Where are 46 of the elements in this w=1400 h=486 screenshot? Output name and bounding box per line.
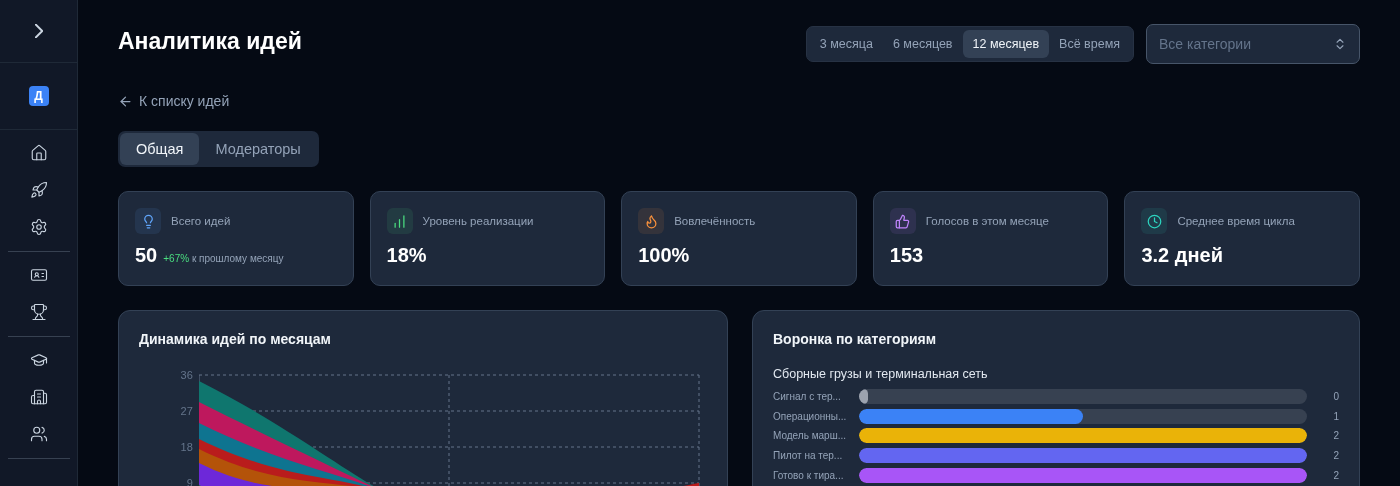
page-title: Аналитика идей	[118, 28, 302, 55]
id-card-icon[interactable]	[29, 266, 48, 284]
stage-label: Операционны...	[773, 410, 848, 422]
gear-icon[interactable]	[29, 218, 48, 236]
stat-value: 18%	[386, 244, 427, 267]
graduation-cap-icon[interactable]	[29, 351, 48, 369]
stat-value: 100%	[638, 244, 690, 267]
rocket-icon[interactable]	[29, 181, 48, 199]
stat-value: 153	[889, 244, 924, 267]
building-icon[interactable]	[29, 388, 48, 406]
panel-title: Воронка по категориям	[773, 331, 938, 347]
view-tab[interactable]: Модераторы	[199, 133, 317, 165]
y-tick-label: 27	[180, 404, 193, 419]
panel-title: Динамика идей по месяцам	[139, 331, 332, 347]
home-icon[interactable]	[29, 144, 48, 162]
stage-count: 2	[1332, 450, 1339, 462]
stage-count: 2	[1332, 469, 1339, 481]
period-tab[interactable]: 3 месяца	[809, 30, 883, 58]
y-tick-label: 18	[180, 440, 193, 455]
back-link[interactable]: К списку идей	[118, 93, 230, 109]
stat-delta: +67% к прошлому месяцу	[163, 253, 284, 264]
period-tab[interactable]: 6 месяцев	[882, 30, 963, 58]
period-tab[interactable]: 12 месяцев	[962, 30, 1050, 58]
stat-value: 50	[135, 244, 158, 267]
stage-count: 2	[1332, 430, 1339, 442]
stat-label: Среднее время цикла	[1177, 215, 1295, 227]
y-tick-label: 36	[180, 368, 193, 383]
users-icon[interactable]	[29, 425, 48, 443]
user-avatar[interactable]: Д	[28, 86, 49, 106]
stage-count: 1	[1332, 410, 1339, 422]
stage-label: Сигнал с тер...	[773, 391, 842, 403]
stage-label: Готово к тира...	[773, 469, 845, 481]
stat-label: Уровень реализации	[422, 215, 534, 227]
stat-label: Голосов в этом месяце	[925, 215, 1049, 227]
category-heading: Сборные грузы и терминальная сеть	[773, 367, 989, 381]
expand-sidebar-button[interactable]	[34, 24, 43, 38]
stage-label: Модель марш...	[773, 430, 848, 442]
period-tab[interactable]: Всё время	[1049, 30, 1130, 58]
stat-label: Вовлечённость	[674, 215, 756, 227]
stat-value: 3.2 дней	[1141, 244, 1223, 267]
stage-label: Пилот на тер...	[773, 450, 844, 462]
category-select[interactable]: Все категории	[1146, 24, 1360, 64]
trophy-icon[interactable]	[29, 303, 48, 321]
view-tab[interactable]: Общая	[120, 133, 200, 165]
stage-count: 0	[1332, 391, 1339, 403]
stat-label: Всего идей	[171, 215, 231, 227]
